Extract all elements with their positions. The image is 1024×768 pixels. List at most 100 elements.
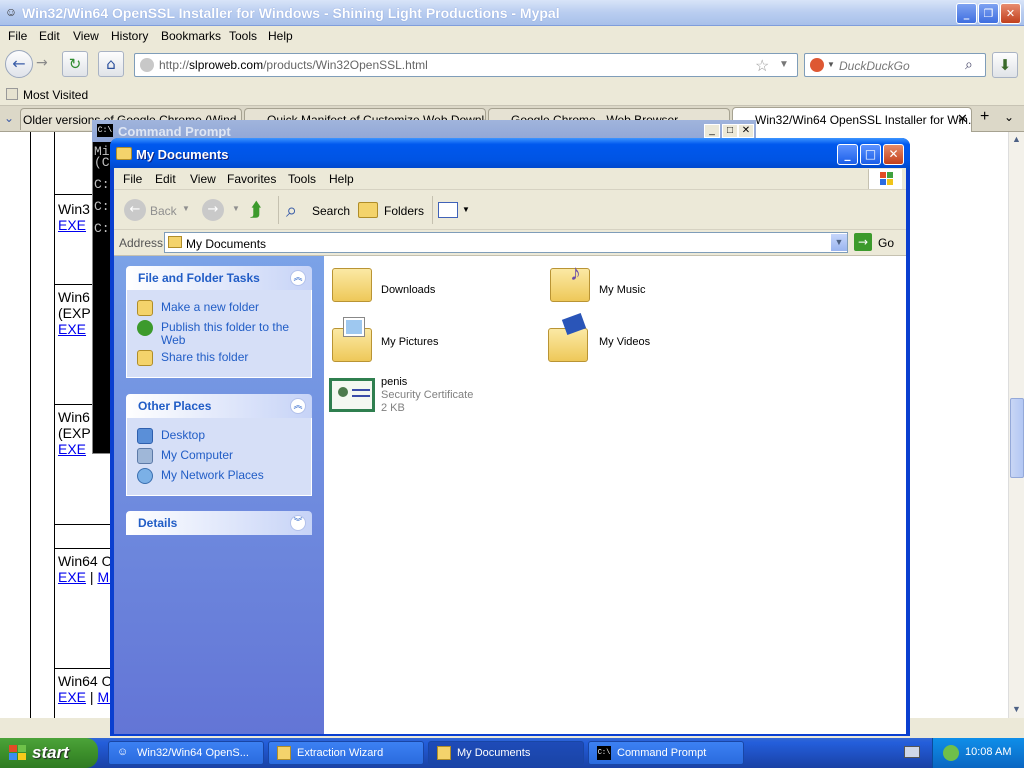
views-dropdown-icon[interactable]: ▼	[462, 205, 470, 214]
go-button[interactable]: Go	[878, 236, 894, 250]
search-icon[interactable]: ⌕	[286, 198, 297, 222]
menu-view[interactable]: View	[73, 29, 99, 43]
bookmark-star-icon[interactable]: ☆	[755, 56, 769, 76]
mypal-app-icon: ☺	[117, 746, 129, 758]
exe-link[interactable]: EXE	[58, 569, 86, 585]
item-my-videos[interactable]: My Videos	[546, 313, 746, 364]
my-documents-icon	[437, 746, 451, 760]
start-button[interactable]: start	[0, 738, 98, 768]
explorer-title-bar[interactable]: My Documents _ □ ✕	[110, 138, 910, 170]
new-tab-icon[interactable]: +	[980, 108, 989, 126]
item-my-pictures[interactable]: My Pictures	[332, 316, 532, 364]
tab-scroll-icon[interactable]: ⌄	[1004, 110, 1014, 124]
explorer-close-button[interactable]: ✕	[883, 144, 904, 165]
back-dropdown-icon[interactable]: ▼	[182, 204, 190, 213]
exe-link[interactable]: EXE	[58, 217, 86, 233]
tab-openssl[interactable]: Win32/Win64 OpenSSL Installer for Win...…	[732, 107, 972, 132]
tab-close-icon[interactable]: ✕	[957, 111, 968, 127]
url-bar[interactable]: http://slproweb.com/products/Win32OpenSS…	[134, 53, 798, 77]
taskbar-command-prompt-button[interactable]: C:\ Command Prompt	[588, 741, 744, 765]
tab-list-chevron-icon[interactable]: ⌄	[4, 111, 14, 125]
browser-restore-button[interactable]: ❐	[978, 3, 999, 24]
explorer-maximize-button[interactable]: □	[860, 144, 881, 165]
search-engine-dropdown-icon[interactable]: ▼	[827, 60, 835, 69]
ex-menu-tools[interactable]: Tools	[288, 172, 316, 186]
cmd-close-button[interactable]: ✕	[738, 124, 754, 138]
browser-close-button[interactable]: ✕	[1000, 3, 1021, 24]
toolbar-separator	[278, 196, 279, 224]
home-icon[interactable]: ⌂	[98, 51, 124, 77]
menu-edit[interactable]: Edit	[39, 29, 60, 43]
page-scrollbar[interactable]: ▲ ▼	[1008, 132, 1024, 718]
address-input[interactable]: My Documents ▼	[164, 232, 848, 253]
address-dropdown-icon[interactable]: ▼	[831, 234, 847, 251]
cmd-title-text: Command Prompt	[118, 124, 231, 139]
cmd-minimize-button[interactable]: _	[704, 124, 720, 138]
desktop-icon	[137, 428, 153, 444]
menu-file[interactable]: File	[8, 29, 27, 43]
address-label: Address	[119, 236, 164, 250]
menu-help[interactable]: Help	[268, 29, 293, 43]
file-tasks-panel: Make a new folder Publish this folder to…	[126, 290, 312, 378]
scrollbar-thumb[interactable]	[1010, 398, 1024, 478]
collapse-chevron-icon[interactable]: ︽	[290, 398, 306, 414]
menu-tools[interactable]: Tools	[229, 29, 257, 43]
url-dropdown-icon[interactable]: ▼	[779, 59, 789, 70]
exe-link[interactable]: EXE	[58, 321, 86, 337]
forward-dropdown-icon[interactable]: ▼	[232, 204, 240, 213]
search-bar[interactable]: ▼ DuckDuckGo ⌕	[804, 53, 986, 77]
taskbar-my-documents-button[interactable]: My Documents	[428, 741, 584, 765]
ex-menu-view[interactable]: View	[190, 172, 216, 186]
reload-icon[interactable]: ↻	[62, 51, 88, 77]
item-penis-certificate[interactable]: penis Security Certificate 2 KB	[328, 376, 548, 416]
back-arrow-icon[interactable]: ←	[5, 50, 33, 78]
back-button[interactable]: Back	[150, 204, 177, 218]
taskbar-browser-button[interactable]: ☺ Win32/Win64 OpenS...	[108, 741, 264, 765]
taskbar-extraction-wizard-button[interactable]: Extraction Wizard	[268, 741, 424, 765]
address-value: My Documents	[186, 237, 267, 251]
scroll-down-icon[interactable]: ▼	[1012, 704, 1021, 714]
collapse-chevron-icon[interactable]: ︽	[290, 270, 306, 286]
bookmark-folder-icon	[6, 88, 18, 100]
scroll-up-icon[interactable]: ▲	[1012, 134, 1021, 144]
forward-arrow-icon[interactable]: →	[202, 199, 224, 221]
file-list: Downloads ♪ My Music My Pictures My Vide…	[324, 256, 906, 734]
ex-menu-favorites[interactable]: Favorites	[227, 172, 276, 186]
bookmark-most-visited[interactable]: Most Visited	[23, 88, 88, 102]
publish-web-icon	[137, 320, 153, 336]
file-tasks-header[interactable]: File and Folder Tasks ︽	[126, 266, 312, 290]
menu-history[interactable]: History	[111, 29, 148, 43]
exe-link[interactable]: EXE	[58, 689, 86, 705]
duckduckgo-icon	[810, 58, 824, 72]
folders-button[interactable]: Folders	[384, 204, 424, 218]
ex-menu-edit[interactable]: Edit	[155, 172, 176, 186]
folders-icon[interactable]	[358, 202, 378, 218]
other-places-header[interactable]: Other Places ︽	[126, 394, 312, 418]
search-icon[interactable]: ⌕	[965, 56, 973, 73]
mypal-app-icon: ☺	[4, 5, 18, 19]
details-header[interactable]: Details ︾	[126, 511, 312, 535]
exe-link[interactable]: EXE	[58, 441, 86, 457]
search-button[interactable]: Search	[312, 204, 350, 218]
up-folder-icon[interactable]: ⮭	[250, 197, 262, 221]
download-icon[interactable]: ⬇	[992, 52, 1018, 78]
network-tray-icon[interactable]	[943, 745, 959, 761]
cmd-maximize-button[interactable]: □	[722, 124, 738, 138]
keyboard-icon[interactable]	[904, 746, 920, 758]
go-arrow-icon[interactable]: →	[854, 233, 872, 251]
browser-minimize-button[interactable]: _	[956, 3, 977, 24]
back-arrow-icon[interactable]: ←	[124, 199, 146, 221]
menu-bookmarks[interactable]: Bookmarks	[161, 29, 221, 43]
item-downloads[interactable]: Downloads	[332, 264, 532, 308]
ex-menu-help[interactable]: Help	[329, 172, 354, 186]
table-border	[30, 132, 31, 718]
explorer-minimize-button[interactable]: _	[837, 144, 858, 165]
forward-arrow-icon[interactable]: →	[36, 55, 48, 71]
bookmarks-toolbar: Most Visited	[0, 84, 1024, 106]
toolbar-separator	[432, 196, 433, 224]
views-icon[interactable]	[438, 202, 458, 218]
expand-chevron-icon[interactable]: ︾	[290, 515, 306, 531]
clock[interactable]: 10:08 AM	[965, 746, 1011, 758]
item-my-music[interactable]: ♪ My Music	[548, 260, 748, 308]
ex-menu-file[interactable]: File	[123, 172, 142, 186]
